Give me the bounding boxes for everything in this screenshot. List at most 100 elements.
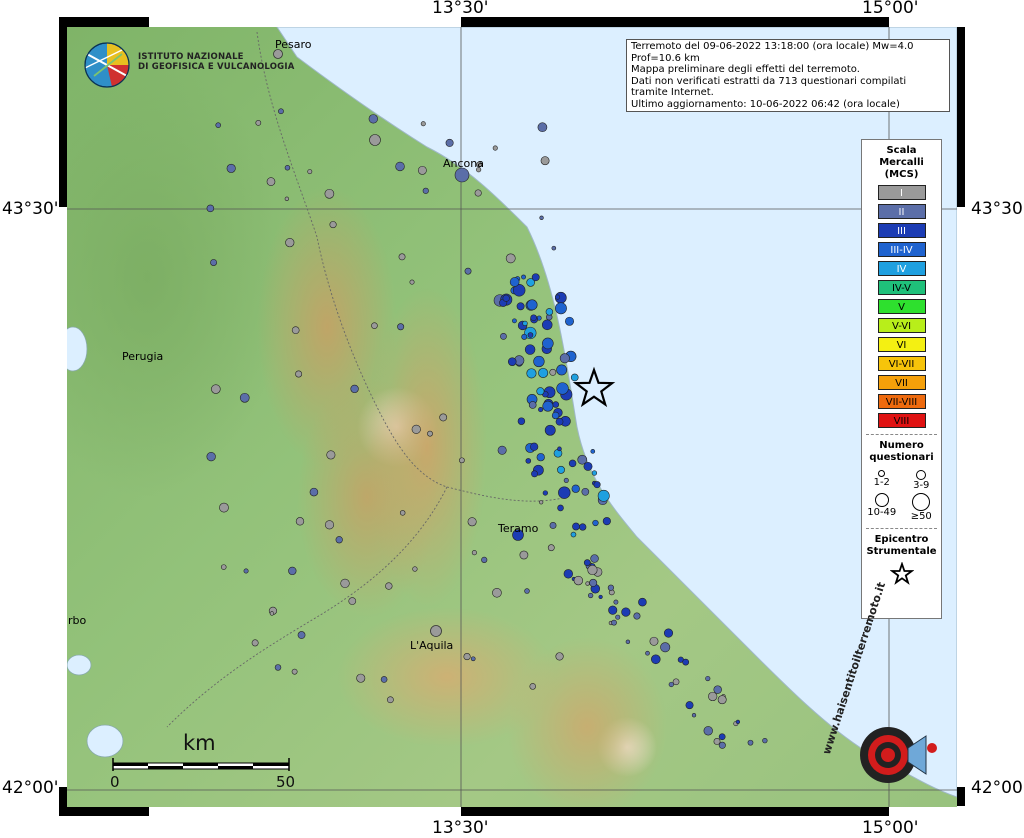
intensity-point [348,597,357,605]
intensity-point [219,502,229,513]
legend-scale-title-3: (MCS) [884,169,919,180]
intensity-point [509,277,520,287]
intensity-point [284,196,289,201]
intensity-point [297,631,306,639]
intensity-point [409,279,415,285]
intensity-point [386,696,394,704]
intensity-point [570,373,579,382]
intensity-point [398,253,406,261]
intensity-point [568,459,577,468]
intensity-point [554,294,561,300]
intensity-point [563,477,569,483]
intensity-point [266,177,276,186]
intensity-point [735,719,741,724]
legend-scale-item-2: III [877,223,926,238]
lake-bolsena [67,654,92,676]
scalebar [112,758,290,771]
map-overlay [67,27,957,807]
intensity-point [588,592,594,599]
ingv-name: ISTITUTO NAZIONALE DI GEOFISICA E VULCAN… [138,52,295,72]
intensity-point [215,122,222,128]
legend-scale-title: Scala Mercalli (MCS) [862,145,941,181]
intensity-point [590,449,596,454]
event-info-line1: Terremoto del 09-06-2022 13:18:00 (ora l… [631,41,914,64]
intensity-point [527,332,534,338]
intensity-point [500,332,507,340]
intensity-point [307,169,313,175]
legend-epicenter-title-1: Epicentro [874,534,929,545]
legend-count-circle-2 [916,470,927,480]
intensity-point [522,320,528,327]
intensity-point [291,668,298,675]
legend-count-circle-4 [912,493,931,511]
event-info-line3: Dati non verificati estratti da 713 ques… [631,75,907,99]
intensity-point [747,739,754,746]
map-area[interactable]: km 0 50 [67,27,957,807]
legend-scale-items: I II III III-IV IV IV-V V V-VI VI VI-VII VII VII-VI… [862,185,941,428]
intensity-point [613,599,619,605]
axis-right-lat-2: 42°00' [971,778,1024,798]
intensity-point [439,413,448,422]
legend-count-4: ≥50 [902,493,942,522]
intensity-point [542,337,554,350]
intensity-point [269,611,275,616]
intensity-point [525,458,532,464]
haisentito-logo-icon [860,727,937,783]
intensity-point [557,465,565,474]
legend-count-circle-1 [878,470,886,477]
legend-separator-2 [866,528,937,529]
intensity-point [558,486,571,499]
intensity-point [274,664,282,671]
intensity-point [607,584,614,591]
intensity-point [371,322,378,329]
intensity-point [445,138,454,147]
legend-count-label-1: 1-2 [873,477,890,488]
lake-bracciano [86,724,124,758]
scalebar-unit-label: km [183,731,216,755]
intensity-point [533,355,545,368]
legend-count-label-4: ≥50 [910,511,932,522]
legend-scale-item-11: VII-VIII [877,394,926,409]
intensity-point [528,401,537,409]
legend-count-title-1: Numero [879,440,924,451]
legend-scale-title-1: Scala [886,145,917,156]
legend-scale-item-5: IV-V [877,280,926,295]
intensity-point [497,445,507,455]
event-info-line2: Mappa preliminare degli effetti del terr… [631,64,860,75]
intensity-point [713,685,722,694]
intensity-point [547,544,555,552]
intensity-point [521,333,528,340]
intensity-point [530,314,537,321]
intensity-point [463,653,471,661]
intensity-point [471,550,477,556]
intensity-point [583,559,591,567]
intensity-point [516,302,525,311]
legend-scale-item-12: VIII [877,413,926,428]
axis-left-lat-1: 43°30' [2,199,59,219]
intensity-point [663,628,674,638]
intensity-point [324,520,335,530]
intensity-point [492,145,498,151]
place-label-perugia: Perugia [122,350,164,363]
ingv-name-line2: DI GEOFISICA E VULCANOLOGIA [138,62,295,72]
intensity-point [651,654,661,665]
intensity-point [615,614,621,620]
legend-count-1: 1-2 [862,470,902,491]
intensity-point [505,253,516,264]
legend-count-label-2: 3-9 [913,480,930,491]
intensity-point [591,470,598,476]
intensity-point [210,259,218,266]
legend-scale-item-8: VI [877,337,926,352]
intensity-point [668,681,674,688]
intensity-point [672,678,680,686]
intensity-point [251,639,259,647]
intensity-point [502,294,510,302]
intensity-point [531,273,540,282]
intensity-point [660,642,671,653]
legend-scale-item-10: VII [877,375,926,390]
intensity-point [536,387,545,396]
intensity-point [593,481,601,489]
intensity-point [573,575,584,586]
intensity-point [356,673,366,683]
legend-count-3: 10-49 [862,493,902,522]
